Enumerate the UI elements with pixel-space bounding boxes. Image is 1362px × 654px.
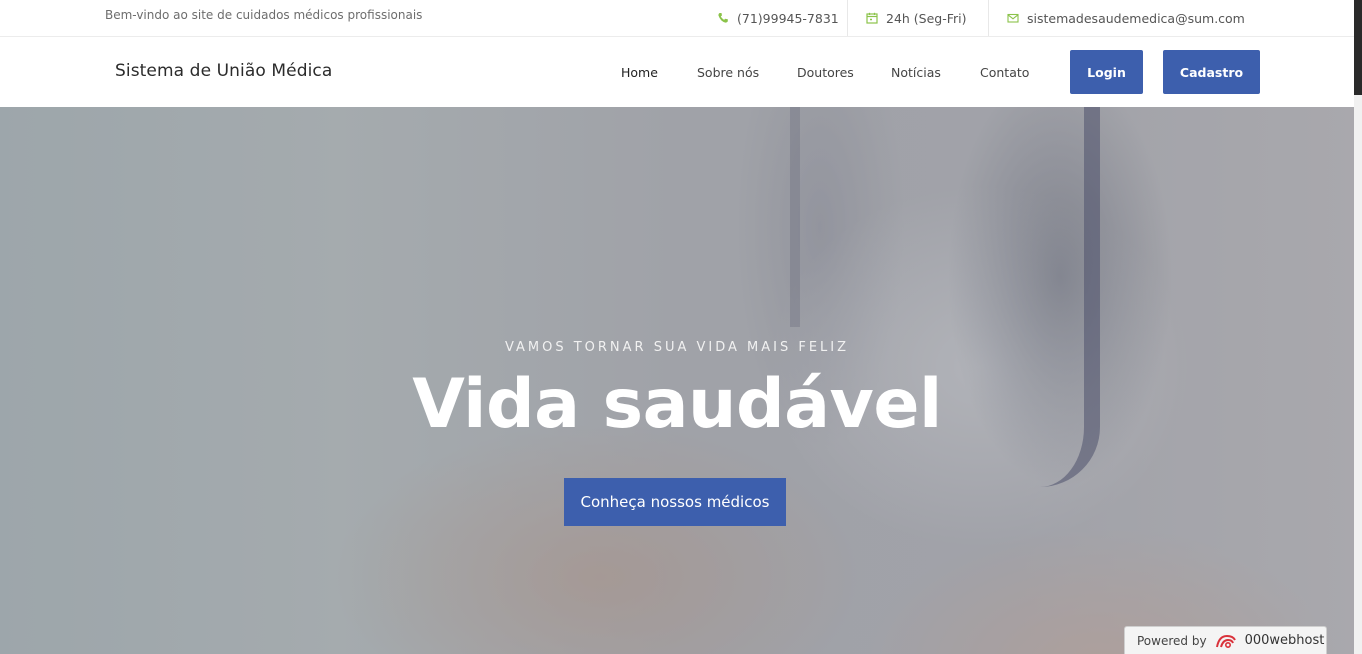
meet-doctors-button[interactable]: Conheça nossos médicos [564, 478, 786, 526]
divider [988, 0, 989, 36]
hours-info: 24h (Seg-Fri) [866, 0, 967, 36]
hero-title: Vida saudável [412, 365, 942, 444]
hours-text: 24h (Seg-Fri) [886, 10, 967, 26]
phone-info[interactable]: (71)99945-7831 [717, 0, 839, 36]
powered-by-label: Powered by [1137, 633, 1207, 648]
nav-doctors[interactable]: Doutores [797, 65, 854, 80]
email-address: sistemadesaudemedica@sum.com [1027, 10, 1245, 26]
webhost-logo-icon [1215, 634, 1236, 648]
main-navbar: Sistema de União Médica Home Sobre nós D… [0, 37, 1354, 107]
webhost-brand: 000webhost [1244, 633, 1325, 648]
scrollbar-track[interactable] [1354, 95, 1362, 654]
login-button[interactable]: Login [1070, 50, 1143, 94]
signup-button[interactable]: Cadastro [1163, 50, 1260, 94]
envelope-icon [1007, 13, 1019, 23]
scrollbar-thumb[interactable] [1354, 0, 1362, 95]
phone-icon [718, 13, 728, 23]
divider [847, 0, 848, 36]
phone-number: (71)99945-7831 [737, 10, 839, 26]
email-info[interactable]: sistemadesaudemedica@sum.com [1007, 0, 1245, 36]
hero-section: VAMOS TORNAR SUA VIDA MAIS FELIZ Vida sa… [0, 107, 1354, 654]
welcome-text: Bem-vindo ao site de cuidados médicos pr… [105, 8, 423, 22]
nav-about[interactable]: Sobre nós [697, 65, 759, 80]
site-brand[interactable]: Sistema de União Médica [115, 61, 332, 81]
top-info-bar: Bem-vindo ao site de cuidados médicos pr… [0, 0, 1354, 37]
powered-by-badge[interactable]: Powered by 000webhost [1124, 626, 1327, 654]
nav-home[interactable]: Home [621, 65, 658, 80]
nav-contact[interactable]: Contato [980, 65, 1029, 80]
nav-news[interactable]: Notícias [891, 65, 941, 80]
hero-subtitle: VAMOS TORNAR SUA VIDA MAIS FELIZ [504, 340, 850, 355]
calendar-icon [866, 12, 878, 24]
